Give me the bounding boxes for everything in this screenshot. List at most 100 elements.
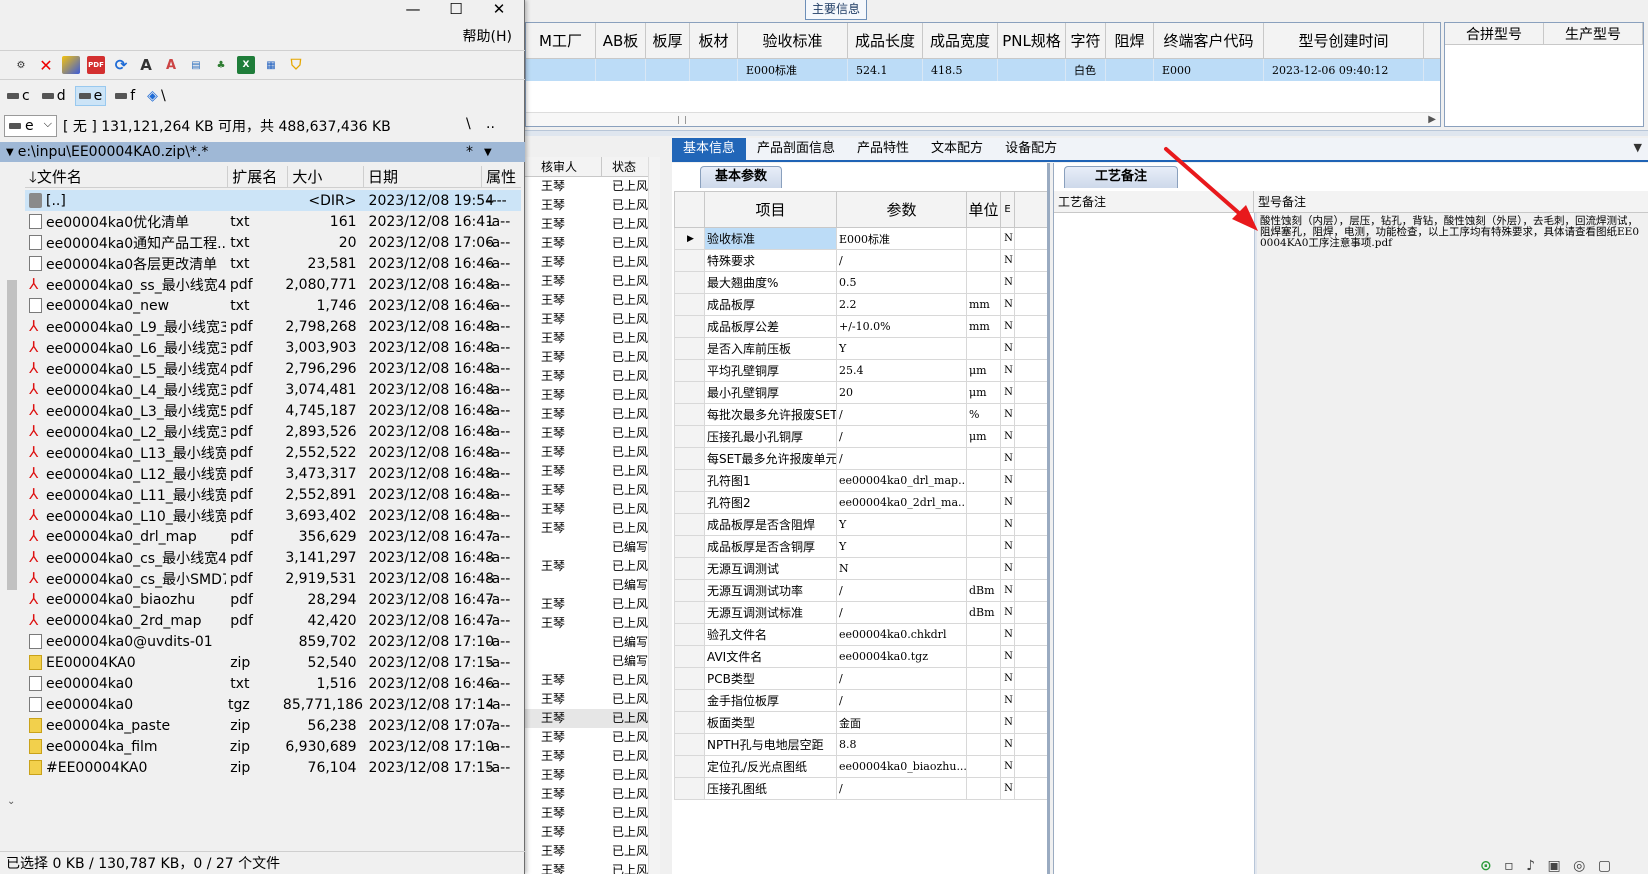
- summary-column-header[interactable]: 字符: [1066, 23, 1106, 58]
- table-row[interactable]: 王琴 已上风: [525, 310, 659, 329]
- table-row[interactable]: 王琴 已上风: [525, 728, 659, 747]
- table-row[interactable]: 压接孔最小孔铜厚 / μm N: [674, 425, 1047, 448]
- table-row[interactable]: 验孔文件名 ee00004ka0.chkdrl N: [674, 623, 1047, 646]
- table-row[interactable]: 已编写: [525, 538, 659, 557]
- table-row[interactable]: 王琴 已上风: [525, 196, 659, 215]
- scrollbar-thumb[interactable]: [7, 280, 17, 590]
- status-header[interactable]: 状态: [602, 157, 652, 176]
- file-row[interactable]: EE00004KA0 zip 52,540 2023/12/08 17:15 -a--: [25, 652, 521, 673]
- file-row[interactable]: ee00004ka0 tgz 85,771,186 2023/12/08 17:14-…: [25, 694, 521, 715]
- file-row[interactable]: ee00004ka_film zip 6,930,689 2023/12/08 17:…: [25, 736, 521, 757]
- table-row[interactable]: 王琴 已上风: [525, 291, 659, 310]
- ext-column-header[interactable]: 扩展名: [228, 166, 289, 187]
- table-row[interactable]: AVI文件名 ee00004ka0.tgz N: [674, 645, 1047, 668]
- param-value-cell[interactable]: /: [836, 425, 967, 448]
- table-row[interactable]: 定位孔/反光点图纸 ee00004ka0_biaozhu... N: [674, 755, 1047, 778]
- table-row[interactable]: 王琴 已上风: [525, 823, 659, 842]
- tab-0[interactable]: 基本信息: [672, 138, 747, 160]
- param-value-cell[interactable]: 2.2: [836, 293, 967, 316]
- param-value-cell[interactable]: /: [836, 403, 967, 426]
- param-value-cell[interactable]: N: [836, 557, 967, 580]
- excel-icon[interactable]: X: [237, 56, 255, 74]
- file-row[interactable]: ⅄ ee00004ka0_cs_最小线宽4... pdf 3,141,297 2023/…: [25, 547, 521, 568]
- table-row[interactable]: 王琴 已上风: [525, 481, 659, 500]
- table-row[interactable]: 王琴 已上风: [525, 386, 659, 405]
- table-row[interactable]: 王琴 已上风: [525, 443, 659, 462]
- production-model-header[interactable]: 生产型号: [1544, 23, 1643, 44]
- file-row[interactable]: ⅄ ee00004ka0_L5_最小线宽4... pdf 2,796,296 2023/…: [25, 358, 521, 379]
- param-value-cell[interactable]: ee00004ka0.chkdrl: [836, 623, 967, 646]
- scroll-down-icon[interactable]: ⌄: [7, 796, 15, 807]
- table-row[interactable]: 每SET最多允许报废单元 / N: [674, 447, 1047, 470]
- param-value-cell[interactable]: /: [836, 601, 967, 624]
- scroll-right-icon[interactable]: ▶: [1428, 114, 1436, 125]
- size-column-header[interactable]: 大小: [288, 166, 365, 187]
- table-row[interactable]: 王琴 已上风: [525, 519, 659, 538]
- table-row[interactable]: 无源互调测试功率 / dBm N: [674, 579, 1047, 602]
- pack-icon[interactable]: [62, 56, 80, 74]
- file-row[interactable]: ⅄ ee00004ka0_L13_最小线宽... pdf 2,552,522 2023/…: [25, 442, 521, 463]
- table-row[interactable]: 王琴 已上风: [525, 500, 659, 519]
- chevron-down-icon[interactable]: ▼: [484, 147, 492, 158]
- file-row[interactable]: ee00004ka0_new txt 1,746 2023/12/08 16:46 -a…: [25, 295, 521, 316]
- summary-column-header[interactable]: 阻焊: [1106, 23, 1154, 58]
- summary-column-header[interactable]: 板材: [690, 23, 738, 58]
- param-value-cell[interactable]: Y: [836, 513, 967, 536]
- file-row[interactable]: ⅄ ee00004ka0_L11_最小线宽... pdf 2,552,891 2023/…: [25, 484, 521, 505]
- summary-column-header[interactable]: 成品宽度: [923, 23, 998, 58]
- table-row[interactable]: 王琴 已上风: [525, 424, 659, 443]
- reviewer-header[interactable]: 核审人: [525, 157, 602, 176]
- table-row[interactable]: 王琴 已上风: [525, 614, 659, 633]
- table-row[interactable]: 最大翘曲度% 0.5 N: [674, 271, 1047, 294]
- table-row[interactable]: NPTH孔与电地层空距 8.8 N: [674, 733, 1047, 756]
- table-row[interactable]: PCB类型 / N: [674, 667, 1047, 690]
- tab-1[interactable]: 产品剖面信息: [746, 138, 846, 160]
- table-row[interactable]: 王琴 已上风: [525, 671, 659, 690]
- drive-e-button[interactable]: e: [74, 86, 107, 106]
- param-value-cell[interactable]: ee00004ka0.tgz: [836, 645, 967, 668]
- file-row[interactable]: ee00004ka0 txt 1,516 2023/12/08 16:46 -a--: [25, 673, 521, 694]
- parent-dir-button[interactable]: ..: [486, 116, 495, 132]
- file-row[interactable]: ⅄ ee00004ka0_2rd_map pdf 42,420 2023/12/08 1…: [25, 610, 521, 631]
- table-row[interactable]: 王琴 已上风: [525, 234, 659, 253]
- date-column-header[interactable]: 日期: [364, 166, 483, 187]
- table-row[interactable]: 特殊要求 / N: [674, 249, 1047, 272]
- param-value-cell[interactable]: /: [836, 689, 967, 712]
- root-dir-button[interactable]: \: [466, 116, 471, 132]
- table-row[interactable]: 王琴 已上风: [525, 557, 659, 576]
- table-row[interactable]: 王琴 已上风: [525, 766, 659, 785]
- table-row[interactable]: 已编写: [525, 652, 659, 671]
- file-row[interactable]: ee00004ka0@uvdits-01 859,702 2023/12/08 17…: [25, 631, 521, 652]
- table-row[interactable]: 板面类型 金面 N: [674, 711, 1047, 734]
- summary-column-header[interactable]: M工厂: [526, 23, 596, 58]
- param-value-cell[interactable]: ee00004ka0_biaozhu...: [836, 755, 967, 778]
- main-info-tab[interactable]: 主要信息: [805, 0, 868, 20]
- file-row[interactable]: ee00004ka0优化清单 txt 161 2023/12/08 16:41 -a--: [25, 211, 521, 232]
- file-row[interactable]: ⅄ ee00004ka0_drl_map pdf 356,629 2023/12/08 …: [25, 526, 521, 547]
- table-row[interactable]: 金手指位板厚 / N: [674, 689, 1047, 712]
- param-value-cell[interactable]: /: [836, 777, 967, 800]
- table-row[interactable]: 王琴 已上风: [525, 690, 659, 709]
- param-value-cell[interactable]: /: [836, 667, 967, 690]
- table-row[interactable]: 王琴 已上风: [525, 177, 659, 196]
- drive-d-button[interactable]: d: [39, 86, 69, 106]
- summary-column-header[interactable]: AB板: [596, 23, 646, 58]
- file-row[interactable]: ee00004ka0各层更改清单 txt 23,581 2023/12/08 16:4…: [25, 253, 521, 274]
- table-row[interactable]: 王琴 已上风: [525, 405, 659, 424]
- model-summary-row[interactable]: E000标准 524.1 418.5 白色 E000 2023-12-06 09:40:1…: [526, 59, 1440, 81]
- param-value-cell[interactable]: 25.4: [836, 359, 967, 382]
- param-value-cell[interactable]: /: [836, 579, 967, 602]
- table-row[interactable]: 王琴 已上风: [525, 595, 659, 614]
- param-unit-header[interactable]: 单位: [966, 191, 1001, 228]
- table-row[interactable]: 是否入库前压板 Y N: [674, 337, 1047, 360]
- param-item-header[interactable]: 项目: [704, 191, 837, 228]
- param-value-cell[interactable]: E000标准: [836, 227, 967, 250]
- table-row[interactable]: 王琴 已上风: [525, 747, 659, 766]
- table-row[interactable]: 最小孔壁铜厚 20 μm N: [674, 381, 1047, 404]
- file-row[interactable]: [..] <DIR> 2023/12/08 19:54 ----: [25, 190, 521, 211]
- delete-icon[interactable]: ✕: [37, 56, 55, 75]
- tray-app-icon[interactable]: ⊙: [1480, 858, 1496, 874]
- table-row[interactable]: 成品板厚 2.2 mm N: [674, 293, 1047, 316]
- param-flag-header[interactable]: E: [1000, 191, 1015, 228]
- table-row[interactable]: 每批次最多允许报废SET /% N: [674, 403, 1047, 426]
